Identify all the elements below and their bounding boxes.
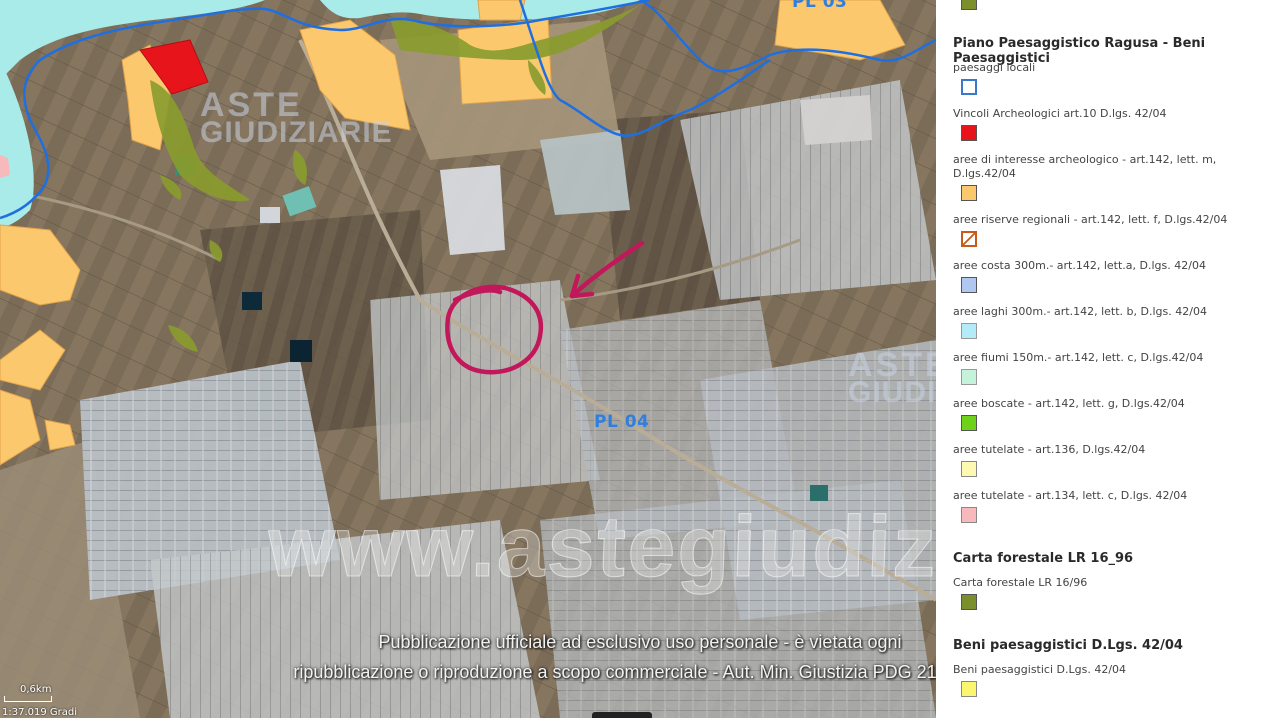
legend-swatch-paesaggi-locali: [961, 79, 977, 95]
legend-label-aree-tutelate-136: aree tutelate - art.136, D.lgs.42/04: [953, 443, 1146, 456]
legend-label-interesse-archeologico: aree di interesse archeologico - art.142…: [953, 153, 1217, 180]
legend-swatch-aree-costa: [961, 277, 977, 293]
legend-label-paesaggi-locali: paesaggi locali: [953, 61, 1036, 74]
legend-swatch-carta-forestale: [961, 594, 977, 610]
watermark-logo-line2: GIUDIZIARIE: [848, 376, 936, 409]
legend-label-aree-costa: aree costa 300m.- art.142, lett.a, D.lgs…: [953, 259, 1206, 272]
legend-label-aree-tutelate-134: aree tutelate - art.134, lett. c, D.lgs.…: [953, 489, 1188, 502]
watermark-logo-top: ASTE GIUDIZIARIE: [200, 88, 393, 148]
legend-label-riserve-regionali: aree riserve regionali - art.142, lett. …: [953, 213, 1228, 226]
map-bottom-handle[interactable]: [592, 712, 652, 718]
legend-swatch-aree-tutelate-136: [961, 461, 977, 477]
publication-notice-line1: Pubblicazione ufficiale ad esclusivo uso…: [378, 632, 902, 652]
legend-swatch-beni-paesaggistici: [961, 681, 977, 697]
legend-swatch-vincoli-archeologici: [961, 125, 977, 141]
scale-ratio: 1:37.019 Gradi: [2, 707, 78, 718]
scale-bar: [4, 696, 52, 702]
legend-swatch-riserve-regionali: [961, 231, 977, 247]
legend-label-aree-laghi: aree laghi 300m.- art.142, lett. b, D.lg…: [953, 305, 1207, 318]
legend-label-aree-fiumi: aree fiumi 150m.- art.142, lett. c, D.lg…: [953, 351, 1204, 364]
legend-label-aree-boscate: aree boscate - art.142, lett. g, D.lgs.4…: [953, 397, 1185, 410]
legend-group-title-beni-paesaggistici: Beni paesaggistici D.Lgs. 42/04: [953, 638, 1183, 653]
watermark-logo-line2: GIUDIZIARIE: [200, 116, 393, 149]
legend-label-carta-forestale: Carta forestale LR 16/96: [953, 576, 1088, 589]
legend-swatch-aree-fiumi: [961, 369, 977, 385]
map-canvas: [0, 0, 936, 718]
watermark-logo-right: ASTE GIUDIZIARIE: [848, 348, 936, 408]
watermark-url: www.astegiudiziarie.it: [266, 499, 1210, 596]
legend-label-vincoli-archeologici: Vincoli Archeologici art.10 D.lgs. 42/04: [953, 107, 1167, 120]
map-scale: 0,6km 1:37.019 Gradi: [0, 682, 120, 718]
olive-swatch-partial: [961, 0, 977, 10]
legend-panel: Piano Paesaggistico Ragusa - Beni Paesag…: [936, 0, 1281, 718]
legend-group-title-carta-forestale: Carta forestale LR 16_96: [953, 551, 1134, 566]
legend-label-beni-paesaggistici: Beni paesaggistici D.Lgs. 42/04: [953, 663, 1127, 676]
pl-04-label: PL 04: [594, 412, 650, 432]
legend-swatch-aree-laghi: [961, 323, 977, 339]
pl-03-label: PL 03: [792, 0, 848, 12]
legend-swatch-aree-boscate: [961, 415, 977, 431]
satellite-map[interactable]: PL 04 PL 03 ASTE GIUDIZIARIE ASTE GIUDIZ…: [0, 0, 936, 718]
legend-swatch-interesse-archeologico: [961, 185, 977, 201]
legend-swatch-aree-tutelate-134: [961, 507, 977, 523]
publication-notice-line2: ripubblicazione o riproduzione a scopo c…: [293, 662, 987, 682]
scale-distance: 0,6km: [20, 684, 52, 695]
